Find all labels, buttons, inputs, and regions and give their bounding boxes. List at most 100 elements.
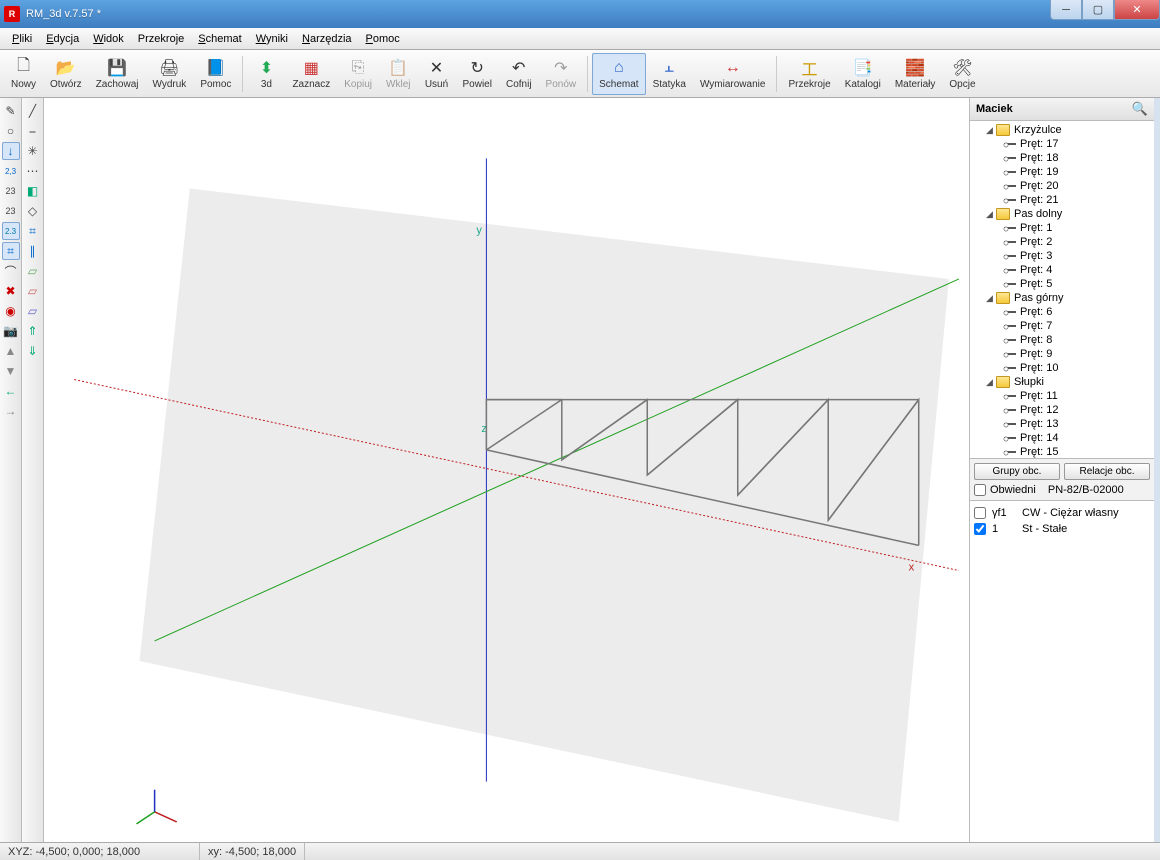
tree-item[interactable]: Pręt: 13 [970, 417, 1154, 431]
vtool-load[interactable]: ↓ [2, 142, 20, 160]
tool-pomoc[interactable]: 📘Pomoc [193, 53, 238, 95]
tree-item[interactable]: Pręt: 5 [970, 277, 1154, 291]
vtool-dim[interactable]: 2,3 [2, 162, 20, 180]
btn-relacje-obc[interactable]: Relacje obc. [1064, 463, 1150, 480]
vtool-scale[interactable]: 2.3 [2, 222, 20, 240]
catalog-icon: 📑 [853, 58, 873, 78]
load-row[interactable]: 1St - Stałe [974, 521, 1150, 537]
vtool-num[interactable]: 23 [2, 182, 20, 200]
menu-schemat[interactable]: Schemat [192, 31, 247, 47]
tree-item[interactable]: Pręt: 1 [970, 221, 1154, 235]
tree-item[interactable]: Pręt: 12 [970, 403, 1154, 417]
menu-narzedzia[interactable]: Narzędzia [296, 31, 358, 47]
menu-pliki[interactable]: Pliki [6, 31, 38, 47]
tree-item[interactable]: Pręt: 20 [970, 179, 1154, 193]
tool-powiel[interactable]: ↻Powiel [456, 53, 499, 95]
vtool-num2[interactable]: 23 [2, 202, 20, 220]
vtool-view[interactable]: ⌒ [2, 262, 20, 280]
tree-item[interactable]: Pręt: 4 [970, 263, 1154, 277]
obwiedni-checkbox[interactable] [974, 484, 986, 496]
tree-item[interactable]: Pręt: 17 [970, 137, 1154, 151]
vtool2-label[interactable]: ◧ [24, 182, 42, 200]
close-button[interactable]: ✕ [1114, 0, 1160, 20]
vtool-edit[interactable]: ✎ [2, 102, 20, 120]
tool-materialy[interactable]: 🧱Materiały [888, 53, 943, 95]
tree-item[interactable]: Pręt: 15 [970, 445, 1154, 459]
vtool2-arrow-up[interactable]: ⇑ [24, 322, 42, 340]
tool-schemat[interactable]: ⌂Schemat [592, 53, 645, 95]
vtool2-sun[interactable]: ✳ [24, 142, 42, 160]
menu-widok[interactable]: Widok [87, 31, 130, 47]
new-icon: 🗋 [14, 58, 34, 78]
vtool2-grid2[interactable]: ⌗ [24, 222, 42, 240]
tool-przekroje[interactable]: 工Przekroje [781, 53, 837, 95]
tree-item[interactable]: Pręt: 2 [970, 235, 1154, 249]
magnify-icon[interactable]: 🔍 [1132, 101, 1148, 117]
load-list: γf1CW - Ciężar własny1St - Stałe [970, 501, 1154, 842]
vtool-cross[interactable]: ✖ [2, 282, 20, 300]
tool-otworz[interactable]: 📂Otwórz [43, 53, 89, 95]
tool-wklej[interactable]: 📋Wklej [379, 53, 417, 95]
tool-statyka[interactable]: ⫠Statyka [646, 53, 693, 95]
menu-pomoc[interactable]: Pomoc [360, 31, 406, 47]
tree-item[interactable]: Pręt: 14 [970, 431, 1154, 445]
tree-item[interactable]: Pręt: 19 [970, 165, 1154, 179]
viewport-3d[interactable]: y x z [44, 98, 970, 842]
tree-item[interactable]: Pręt: 3 [970, 249, 1154, 263]
vtool2-plane3[interactable]: ▱ [24, 302, 42, 320]
tree-item[interactable]: Pręt: 10 [970, 361, 1154, 375]
vtool2-dash[interactable]: ⋯ [24, 162, 42, 180]
vtool-grid[interactable]: ⌗ [2, 242, 20, 260]
tree-item[interactable]: Pręt: 21 [970, 193, 1154, 207]
tree-item[interactable]: Pręt: 18 [970, 151, 1154, 165]
vtool2-plane1[interactable]: ▱ [24, 262, 42, 280]
tree-group[interactable]: ◢Pas górny [970, 291, 1154, 305]
app-icon: R [4, 6, 20, 22]
tree-item[interactable]: Pręt: 11 [970, 389, 1154, 403]
menu-wyniki[interactable]: Wyniki [250, 31, 294, 47]
tree-group[interactable]: ◢Krzyżulce [970, 123, 1154, 137]
tree-item[interactable]: Pręt: 8 [970, 333, 1154, 347]
menu-edycja[interactable]: Edycja [40, 31, 85, 47]
tool-kopiuj[interactable]: ⎘Kopiuj [337, 53, 379, 95]
vtool2-arrow-down[interactable]: ⇓ [24, 342, 42, 360]
vtool2-line[interactable]: ╱ [24, 102, 42, 120]
vtool-target[interactable]: ◉ [2, 302, 20, 320]
tool-opcje[interactable]: 🛠Opcje [942, 53, 982, 95]
tool-wymiarowanie[interactable]: ↔Wymiarowanie [693, 53, 772, 95]
tool-3d[interactable]: ⬍3d [247, 53, 285, 95]
load-checkbox[interactable] [974, 523, 986, 535]
tree-item[interactable]: Pręt: 6 [970, 305, 1154, 319]
vtool2-parallel[interactable]: ∥ [24, 242, 42, 260]
tool-cofnij[interactable]: ↶Cofnij [499, 53, 539, 95]
tool-zachowaj[interactable]: 💾Zachowaj [89, 53, 146, 95]
tree-item[interactable]: Pręt: 7 [970, 319, 1154, 333]
tool-ponow[interactable]: ↷Ponów [539, 53, 584, 95]
maximize-button[interactable]: ▢ [1082, 0, 1114, 20]
tool-usun[interactable]: ✕Usuń [418, 53, 456, 95]
load-checkbox[interactable] [974, 507, 986, 519]
vtool-right[interactable]: → [2, 402, 20, 420]
load-panel: Grupy obc. Relacje obc. Obwiedni PN-82/B… [970, 459, 1154, 501]
vtool-left[interactable]: ← [2, 382, 20, 400]
vtool2-diamond[interactable]: ◇ [24, 202, 42, 220]
tree-group[interactable]: ◢Słupki [970, 375, 1154, 389]
schema-icon: ⌂ [609, 58, 629, 78]
tool-nowy[interactable]: 🗋Nowy [4, 53, 43, 95]
tool-katalogi[interactable]: 📑Katalogi [838, 53, 888, 95]
vtool-up[interactable]: ▲ [2, 342, 20, 360]
vtool-camera[interactable]: 📷 [2, 322, 20, 340]
btn-grupy-obc[interactable]: Grupy obc. [974, 463, 1060, 480]
vtool2-bar[interactable]: ⎯ [24, 122, 42, 140]
minimize-button[interactable]: ─ [1050, 0, 1082, 20]
tool-wydruk[interactable]: 🖨Wydruk [146, 53, 194, 95]
vtool-down[interactable]: ▼ [2, 362, 20, 380]
menu-przekroje[interactable]: Przekroje [132, 31, 190, 47]
tree-item[interactable]: Pręt: 9 [970, 347, 1154, 361]
load-row[interactable]: γf1CW - Ciężar własny [974, 505, 1150, 521]
tool-zaznacz[interactable]: ▦Zaznacz [285, 53, 337, 95]
vtool2-plane2[interactable]: ▱ [24, 282, 42, 300]
vtool-node[interactable]: ○ [2, 122, 20, 140]
tree-group[interactable]: ◢Pas dolny [970, 207, 1154, 221]
tree-view[interactable]: ◢KrzyżulcePręt: 17Pręt: 18Pręt: 19Pręt: … [970, 121, 1154, 459]
